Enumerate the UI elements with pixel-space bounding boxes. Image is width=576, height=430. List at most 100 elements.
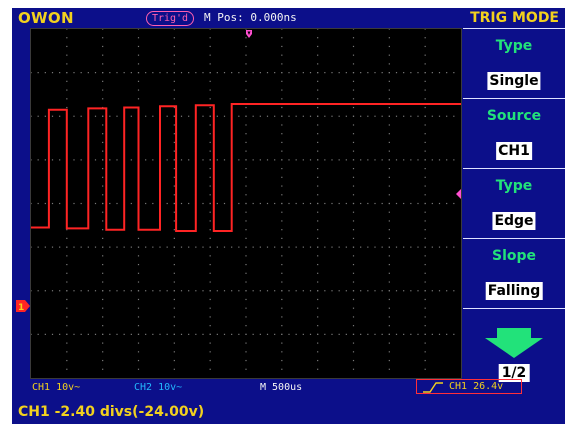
- grid-dot: [31, 72, 32, 74]
- grid-dot: [152, 202, 154, 205]
- grid-dot: [317, 342, 319, 344]
- grid-dot: [216, 333, 218, 335]
- grid-dot: [252, 115, 254, 117]
- grid-dot: [266, 115, 269, 117]
- grid-dot: [274, 290, 276, 292]
- grid-dot: [424, 351, 426, 353]
- grid-dot: [360, 159, 362, 161]
- grid-dot: [31, 333, 32, 335]
- grid-dot: [66, 80, 68, 82]
- grid-dot: [245, 159, 247, 161]
- grid-dot: [317, 368, 319, 370]
- grid-dot: [173, 185, 175, 187]
- menu-item-value[interactable]: Edge: [492, 212, 536, 230]
- grid-dot: [238, 333, 240, 335]
- grid-dot: [209, 194, 211, 196]
- grid-dot: [173, 307, 175, 309]
- grid-dot: [424, 89, 426, 91]
- grid-dot: [374, 290, 376, 292]
- grid-dot: [102, 45, 104, 48]
- grid-dot: [173, 63, 175, 65]
- grid-dot: [173, 342, 175, 344]
- grid-dot: [66, 298, 68, 301]
- grid-dot: [395, 290, 398, 292]
- grid-dot: [245, 255, 247, 257]
- svg-text:1: 1: [18, 303, 24, 312]
- grid-dot: [173, 333, 175, 335]
- grid-dot: [295, 202, 297, 205]
- grid-dot: [173, 89, 175, 91]
- grid-dot: [202, 333, 204, 335]
- grid-dot: [137, 80, 140, 82]
- grid-dot: [395, 246, 398, 248]
- grid-dot: [324, 246, 326, 248]
- grid-dot: [173, 290, 175, 292]
- grid-dot: [173, 368, 175, 370]
- grid-dot: [94, 290, 97, 292]
- grid-dot: [102, 159, 104, 161]
- grid-dot: [424, 72, 426, 74]
- grid-dot: [245, 325, 247, 327]
- grid-dot: [51, 202, 54, 205]
- grid-dot: [31, 290, 32, 292]
- grid-dot: [209, 281, 211, 283]
- grid-dot: [87, 333, 89, 335]
- grid-dot: [137, 63, 140, 65]
- grid-dot: [180, 246, 183, 248]
- grid-dot: [324, 290, 326, 292]
- grid-dot: [102, 72, 104, 74]
- grid-dot: [317, 351, 319, 353]
- menu-item-value[interactable]: Single: [487, 72, 541, 90]
- timebase-readout: M 500us: [260, 382, 303, 393]
- grid-dot: [352, 290, 355, 292]
- waveform-screen[interactable]: [30, 28, 462, 379]
- grid-dot: [245, 150, 247, 152]
- grid-dot: [109, 333, 111, 335]
- down-arrow-icon[interactable]: [485, 328, 543, 358]
- menu-item-value[interactable]: Falling: [485, 282, 543, 300]
- grid-dot: [352, 89, 355, 91]
- trigger-status-badge: Trig'd: [146, 11, 194, 26]
- grid-dot: [424, 359, 426, 362]
- grid-dot: [180, 72, 183, 74]
- trigger-position-marker: [246, 30, 252, 38]
- grid-dot: [381, 159, 383, 161]
- grid-dot: [352, 45, 355, 48]
- grid-dot: [188, 290, 190, 292]
- grid-dot: [281, 54, 283, 56]
- menu-item-value[interactable]: CH1: [496, 142, 532, 160]
- grid-dot: [309, 159, 312, 161]
- grid-dot: [216, 246, 218, 248]
- grid-dot: [73, 159, 75, 161]
- grid-dot: [352, 237, 355, 239]
- grid-dot: [173, 141, 175, 144]
- grid-dot: [137, 272, 140, 274]
- grid-dot: [317, 106, 319, 109]
- grid-dot: [137, 281, 140, 283]
- grid-dot: [446, 202, 448, 205]
- grid-dot: [137, 307, 140, 309]
- grid-dot: [116, 290, 118, 292]
- grid-dot: [302, 72, 304, 74]
- grid-dot: [352, 281, 355, 283]
- grid-dot: [109, 115, 111, 117]
- grid-dot: [431, 333, 433, 335]
- grid-dot: [123, 290, 125, 292]
- grid-dot: [417, 72, 419, 74]
- grid-dot: [352, 115, 355, 117]
- ch1-scale-readout: CH1 10v~: [32, 382, 81, 393]
- grid-dot: [202, 72, 204, 74]
- grid-dot: [317, 246, 319, 248]
- grid-dot: [410, 202, 412, 205]
- grid-dot: [374, 159, 376, 161]
- grid-dot: [145, 202, 147, 205]
- grid-dot: [102, 176, 104, 178]
- grid-dot: [102, 202, 104, 205]
- grid-dot: [102, 342, 104, 344]
- grid-dot: [66, 263, 68, 266]
- grid-dot: [195, 246, 197, 248]
- grid-dot: [317, 220, 319, 222]
- grid-dot: [281, 290, 283, 292]
- grid-dot: [367, 115, 369, 117]
- grid-dot: [145, 246, 147, 248]
